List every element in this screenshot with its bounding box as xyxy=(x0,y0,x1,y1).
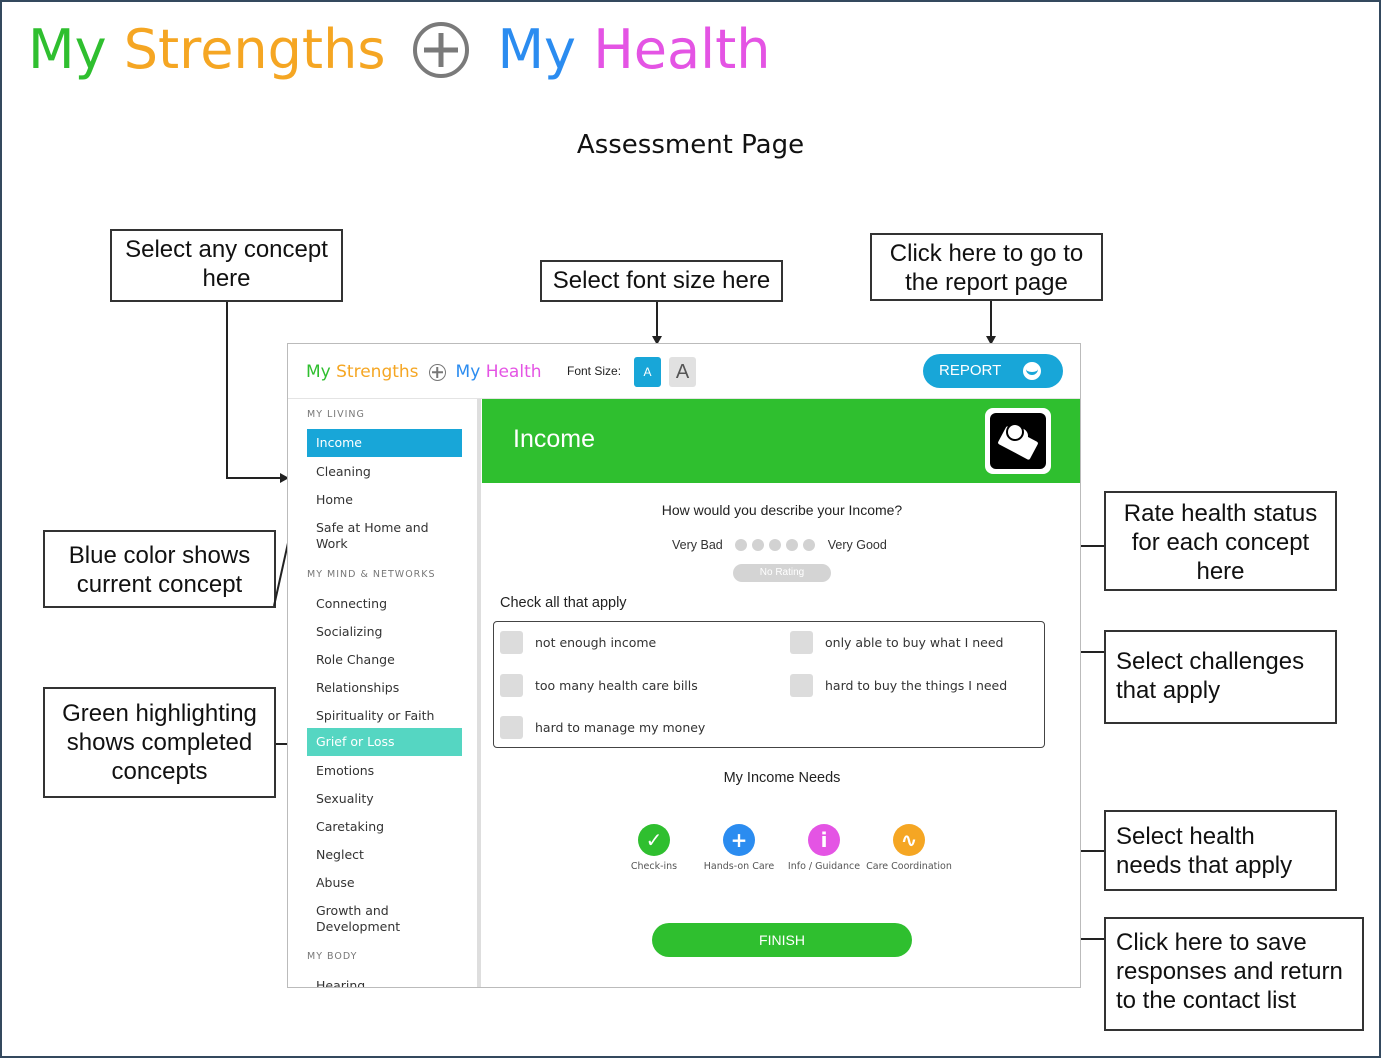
finish-button[interactable]: FINISH xyxy=(652,923,912,957)
rating-low-label: Very Bad xyxy=(672,538,723,552)
sidebar-item-socializing[interactable]: Socializing xyxy=(307,624,462,640)
checkmark-icon: ✓ xyxy=(638,824,670,856)
challenge-manage-money[interactable]: hard to manage my money xyxy=(500,716,705,739)
sidebar-item-neglect[interactable]: Neglect xyxy=(307,847,462,863)
plus-circle-icon xyxy=(413,21,470,78)
app-logo: My Strengths My Health xyxy=(306,362,542,382)
connector-concept-v xyxy=(226,302,228,478)
app-logo-my-1: My xyxy=(306,362,331,382)
concept-banner: Income xyxy=(482,399,1080,483)
report-label: REPORT xyxy=(939,362,1002,379)
rating-question: How would you describe your Income? xyxy=(661,502,903,518)
challenge-hard-to-buy[interactable]: hard to buy the things I need xyxy=(790,674,1007,697)
report-gauge-icon xyxy=(1023,362,1041,380)
sidebar-item-income[interactable]: Income xyxy=(307,429,462,457)
need-label: Info / Guidance xyxy=(787,861,861,872)
needs-title: My Income Needs xyxy=(723,770,841,786)
callout-finish: Click here to save responses and return … xyxy=(1104,917,1364,1031)
app-logo-health: Health xyxy=(485,362,542,382)
sidebar-item-growth[interactable]: Growth and Development xyxy=(307,903,427,935)
need-label: Check-ins xyxy=(630,861,678,872)
font-size-small-button[interactable]: A xyxy=(634,357,661,387)
income-money-icon xyxy=(985,408,1051,474)
rating-dot-3[interactable] xyxy=(768,539,781,551)
challenge-label: only able to buy what I need xyxy=(825,635,1004,650)
challenge-label: hard to manage my money xyxy=(535,720,706,735)
challenge-label: not enough income xyxy=(535,635,657,650)
need-label: Hands-on Care xyxy=(703,861,775,872)
need-info-guidance[interactable]: i Info / Guidance xyxy=(779,824,869,874)
callout-report: Click here to go to the report page xyxy=(870,233,1103,301)
sidebar-item-cleaning[interactable]: Cleaning xyxy=(307,464,462,480)
rating-dot-5[interactable] xyxy=(802,539,815,551)
rating-scale[interactable]: Very Bad Very Good xyxy=(672,538,887,552)
sidebar-item-spirituality[interactable]: Spirituality or Faith xyxy=(307,708,462,724)
sidebar-item-emotions[interactable]: Emotions xyxy=(307,763,462,779)
checkbox[interactable] xyxy=(790,631,813,654)
callout-blue-color: Blue color shows current concept xyxy=(43,530,276,608)
concept-title: Income xyxy=(513,425,595,453)
app-header: My Strengths My Health Font Size: A A RE… xyxy=(288,344,1080,399)
font-size-large-button[interactable]: A xyxy=(669,357,696,387)
sidebar-item-grief[interactable]: Grief or Loss xyxy=(307,728,462,756)
font-size-label: Font Size: xyxy=(567,364,622,378)
need-check-ins[interactable]: ✓ Check-ins xyxy=(609,824,699,874)
page-title: Assessment Page xyxy=(576,130,805,160)
plus-icon: + xyxy=(723,824,755,856)
need-label: Care Coordination xyxy=(866,861,952,872)
sidebar-item-relationships[interactable]: Relationships xyxy=(307,680,462,696)
callout-font-size: Select font size here xyxy=(540,260,783,302)
connector-fontsize xyxy=(656,302,658,338)
checkbox[interactable] xyxy=(500,716,523,739)
sidebar-section-body: MY BODY xyxy=(307,951,358,962)
callout-select-concept: Select any concept here xyxy=(110,229,343,302)
sidebar-item-home[interactable]: Home xyxy=(307,492,462,508)
app-window: My Strengths My Health Font Size: A A RE… xyxy=(287,343,1081,988)
logo-health: Health xyxy=(593,18,771,81)
challenge-only-able-to-buy[interactable]: only able to buy what I need xyxy=(790,631,1003,654)
sidebar-item-role-change[interactable]: Role Change xyxy=(307,652,462,668)
assessment-panel: Income How would you describe your Incom… xyxy=(482,399,1080,987)
need-hands-on-care[interactable]: + Hands-on Care xyxy=(694,824,784,874)
logo-strengths: Strengths xyxy=(123,18,386,81)
checkbox[interactable] xyxy=(500,631,523,654)
info-icon: i xyxy=(808,824,840,856)
callout-select-needs: Select health needs that apply xyxy=(1104,810,1337,891)
sidebar-item-sexuality[interactable]: Sexuality xyxy=(307,791,462,807)
need-care-coordination[interactable]: ∿ Care Coordination xyxy=(864,824,954,874)
check-all-title: Check all that apply xyxy=(500,595,627,611)
callout-select-challenges: Select challenges that apply xyxy=(1104,630,1337,724)
checkbox[interactable] xyxy=(500,674,523,697)
challenge-not-enough-income[interactable]: not enough income xyxy=(500,631,656,654)
rating-high-label: Very Good xyxy=(827,538,887,552)
sidebar-section-mind: MY MIND & NETWORKS xyxy=(307,569,436,580)
connector-report xyxy=(990,301,992,338)
rating-dot-2[interactable] xyxy=(751,539,764,551)
page-logo: My Strengths My Health xyxy=(28,18,771,81)
sidebar-section-living: MY LIVING xyxy=(307,409,365,420)
report-button[interactable]: REPORT xyxy=(923,354,1063,388)
rating-dot-4[interactable] xyxy=(785,539,798,551)
rating-dot-1[interactable] xyxy=(734,539,747,551)
app-logo-strengths: Strengths xyxy=(336,362,419,382)
sidebar-item-caretaking[interactable]: Caretaking xyxy=(307,819,462,835)
sidebar-item-hearing[interactable]: Hearing xyxy=(307,978,462,987)
sidebar-item-abuse[interactable]: Abuse xyxy=(307,875,462,891)
rating-dots[interactable] xyxy=(734,539,820,551)
app-logo-my-2: My xyxy=(455,362,481,382)
logo-my-1: My xyxy=(28,18,107,81)
sidebar-item-connecting[interactable]: Connecting xyxy=(307,596,462,612)
sidebar-item-safe-at-home[interactable]: Safe at Home and Work xyxy=(307,520,447,552)
no-rating-badge[interactable]: No Rating xyxy=(733,564,831,582)
concept-sidebar[interactable]: MY LIVING Income Cleaning Home Safe at H… xyxy=(288,399,481,987)
callout-rate-health: Rate health status for each concept here xyxy=(1104,491,1337,591)
challenge-label: hard to buy the things I need xyxy=(825,678,1008,693)
callout-green-highlight: Green highlighting shows completed conce… xyxy=(43,687,276,798)
challenge-label: too many health care bills xyxy=(535,678,698,693)
challenge-health-bills[interactable]: too many health care bills xyxy=(500,674,698,697)
checkbox[interactable] xyxy=(790,674,813,697)
plus-circle-icon xyxy=(428,363,446,381)
coordination-icon: ∿ xyxy=(893,824,925,856)
logo-my-2: My xyxy=(497,18,577,81)
